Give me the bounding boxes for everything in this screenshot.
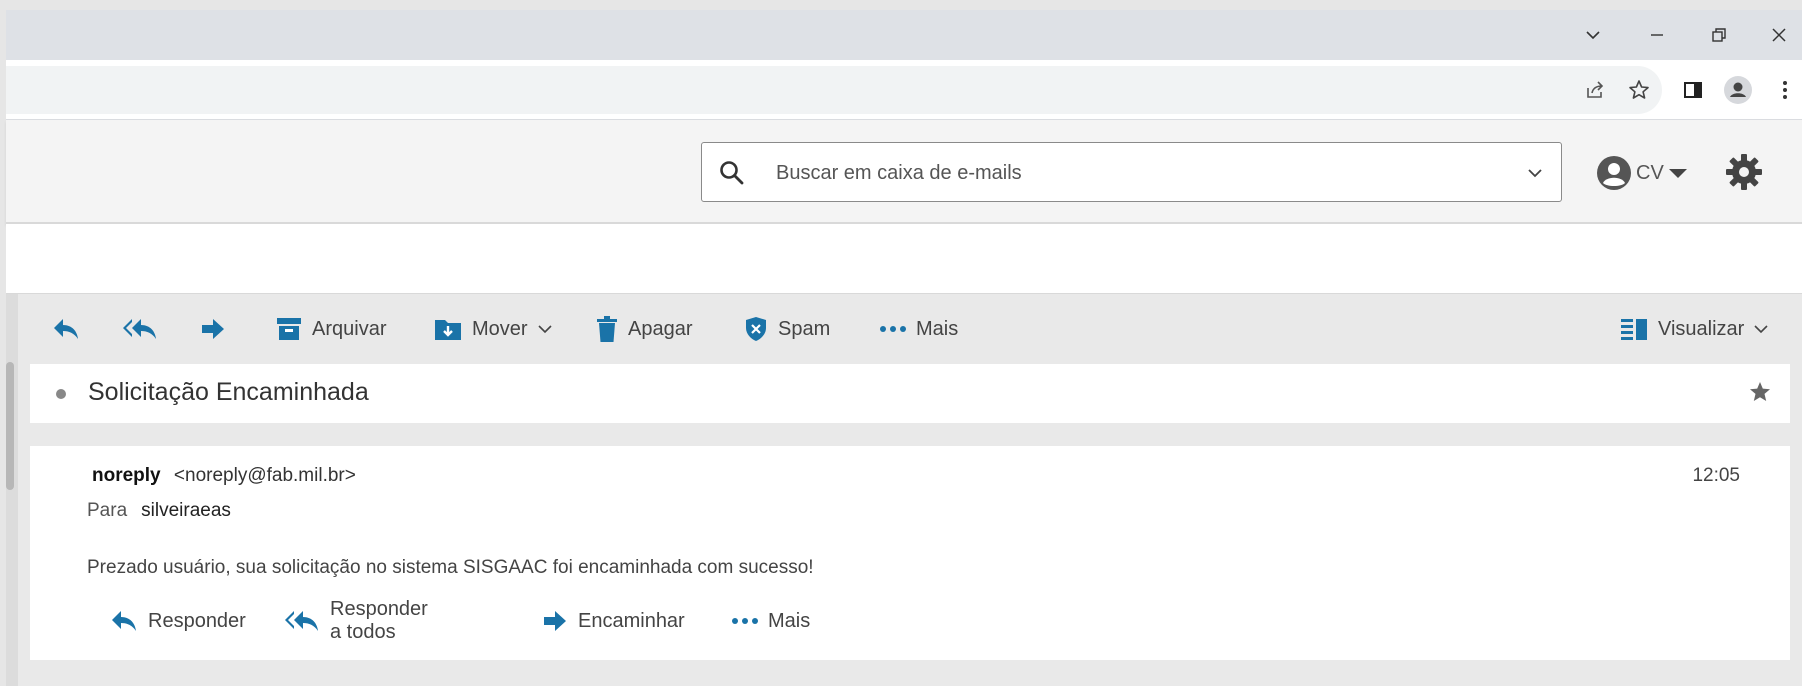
ellipsis-icon	[732, 617, 758, 625]
sender-name: noreply	[92, 465, 161, 486]
forward-action-button[interactable]: Encaminhar	[542, 601, 685, 641]
move-label: Mover	[472, 317, 528, 340]
forward-arrow-icon	[542, 609, 568, 633]
spam-button[interactable]: Spam	[744, 294, 830, 364]
browser-menu-icon[interactable]	[1768, 60, 1802, 120]
user-initials: CV	[1636, 161, 1664, 184]
share-icon[interactable]	[1578, 60, 1612, 120]
user-menu[interactable]: CV	[1596, 154, 1688, 192]
delete-label: Apagar	[628, 317, 693, 340]
pane-divider	[6, 294, 18, 686]
bookmark-star-icon[interactable]	[1622, 60, 1656, 120]
restore-icon[interactable]	[1696, 10, 1742, 60]
search-box[interactable]	[701, 142, 1562, 202]
chevron-down-icon	[1754, 324, 1768, 334]
spam-label: Spam	[778, 317, 831, 340]
browser-toolbar	[6, 60, 1802, 120]
scrollbar-thumb[interactable]	[6, 362, 14, 490]
message-card: noreply <noreply@fab.mil.br> 12:05 Para s…	[30, 446, 1790, 660]
archive-label: Arquivar	[312, 317, 387, 340]
reply-action-button[interactable]: Responder	[110, 601, 246, 641]
unread-dot-icon[interactable]	[56, 389, 66, 399]
close-icon[interactable]	[1756, 10, 1802, 60]
reply-all-action-label: Responder a todos	[330, 598, 428, 643]
move-button[interactable]: Mover	[434, 294, 552, 364]
search-icon[interactable]	[718, 159, 746, 187]
reply-action-label: Responder	[148, 609, 246, 632]
flag-star-icon[interactable]	[1748, 380, 1772, 404]
user-avatar-icon	[1596, 155, 1632, 191]
profile-avatar-icon[interactable]	[1721, 60, 1755, 120]
to-label: Para	[87, 500, 128, 521]
reply-icon	[110, 609, 138, 633]
delete-button[interactable]: Apagar	[596, 294, 693, 364]
reply-icon	[52, 317, 80, 341]
minimize-icon[interactable]	[1634, 10, 1680, 60]
caret-down-icon	[1668, 166, 1688, 180]
view-label: Visualizar	[1658, 317, 1745, 340]
subject-bar: Solicitação Encaminhada	[30, 364, 1790, 423]
header-spacer	[6, 224, 1802, 294]
search-input[interactable]	[776, 159, 1476, 187]
tab-search-chevron-icon[interactable]	[1570, 10, 1616, 60]
reply-all-icon	[122, 317, 158, 341]
app-header: CV	[6, 120, 1802, 224]
recipient-row: Para silveiraeas	[87, 500, 231, 522]
recipient-name[interactable]: silveiraeas	[141, 500, 231, 521]
more-label: Mais	[916, 317, 959, 340]
move-folder-icon	[434, 316, 462, 342]
reply-all-action-button[interactable]: Responder a todos	[284, 598, 428, 643]
reply-all-icon	[284, 609, 320, 633]
more-action-button[interactable]: Mais	[732, 601, 810, 641]
archive-button[interactable]: Arquivar	[276, 294, 386, 364]
message-time: 12:05	[1692, 465, 1740, 486]
search-options-chevron-icon[interactable]	[1525, 163, 1545, 183]
address-bar[interactable]	[6, 66, 1662, 114]
forward-arrow-icon	[200, 317, 226, 341]
more-button[interactable]: Mais	[880, 294, 958, 364]
ellipsis-icon	[880, 325, 906, 333]
view-button[interactable]: Visualizar	[1620, 294, 1768, 364]
browser-titlebar	[6, 10, 1802, 60]
layout-view-icon	[1620, 317, 1648, 341]
message-body: Prezado usuário, sua solicitação no sist…	[87, 557, 814, 578]
reply-all-button[interactable]	[122, 294, 158, 364]
reply-button[interactable]	[52, 294, 80, 364]
sender[interactable]: noreply <noreply@fab.mil.br>	[92, 465, 356, 487]
forward-action-label: Encaminhar	[578, 609, 685, 632]
archive-box-icon	[276, 316, 302, 342]
shield-x-icon	[744, 316, 768, 342]
settings-gear-icon[interactable]	[1724, 152, 1764, 192]
message-subject: Solicitação Encaminhada	[88, 378, 369, 406]
sender-email: <noreply@fab.mil.br>	[173, 465, 356, 486]
side-panel-icon[interactable]	[1676, 60, 1710, 120]
message-toolbar: Arquivar Mover Apagar Spam Mais Visualiz…	[18, 294, 1802, 364]
forward-button[interactable]	[200, 294, 226, 364]
trash-icon	[596, 316, 618, 342]
chevron-down-icon	[538, 324, 552, 334]
more-action-label: Mais	[768, 609, 811, 632]
